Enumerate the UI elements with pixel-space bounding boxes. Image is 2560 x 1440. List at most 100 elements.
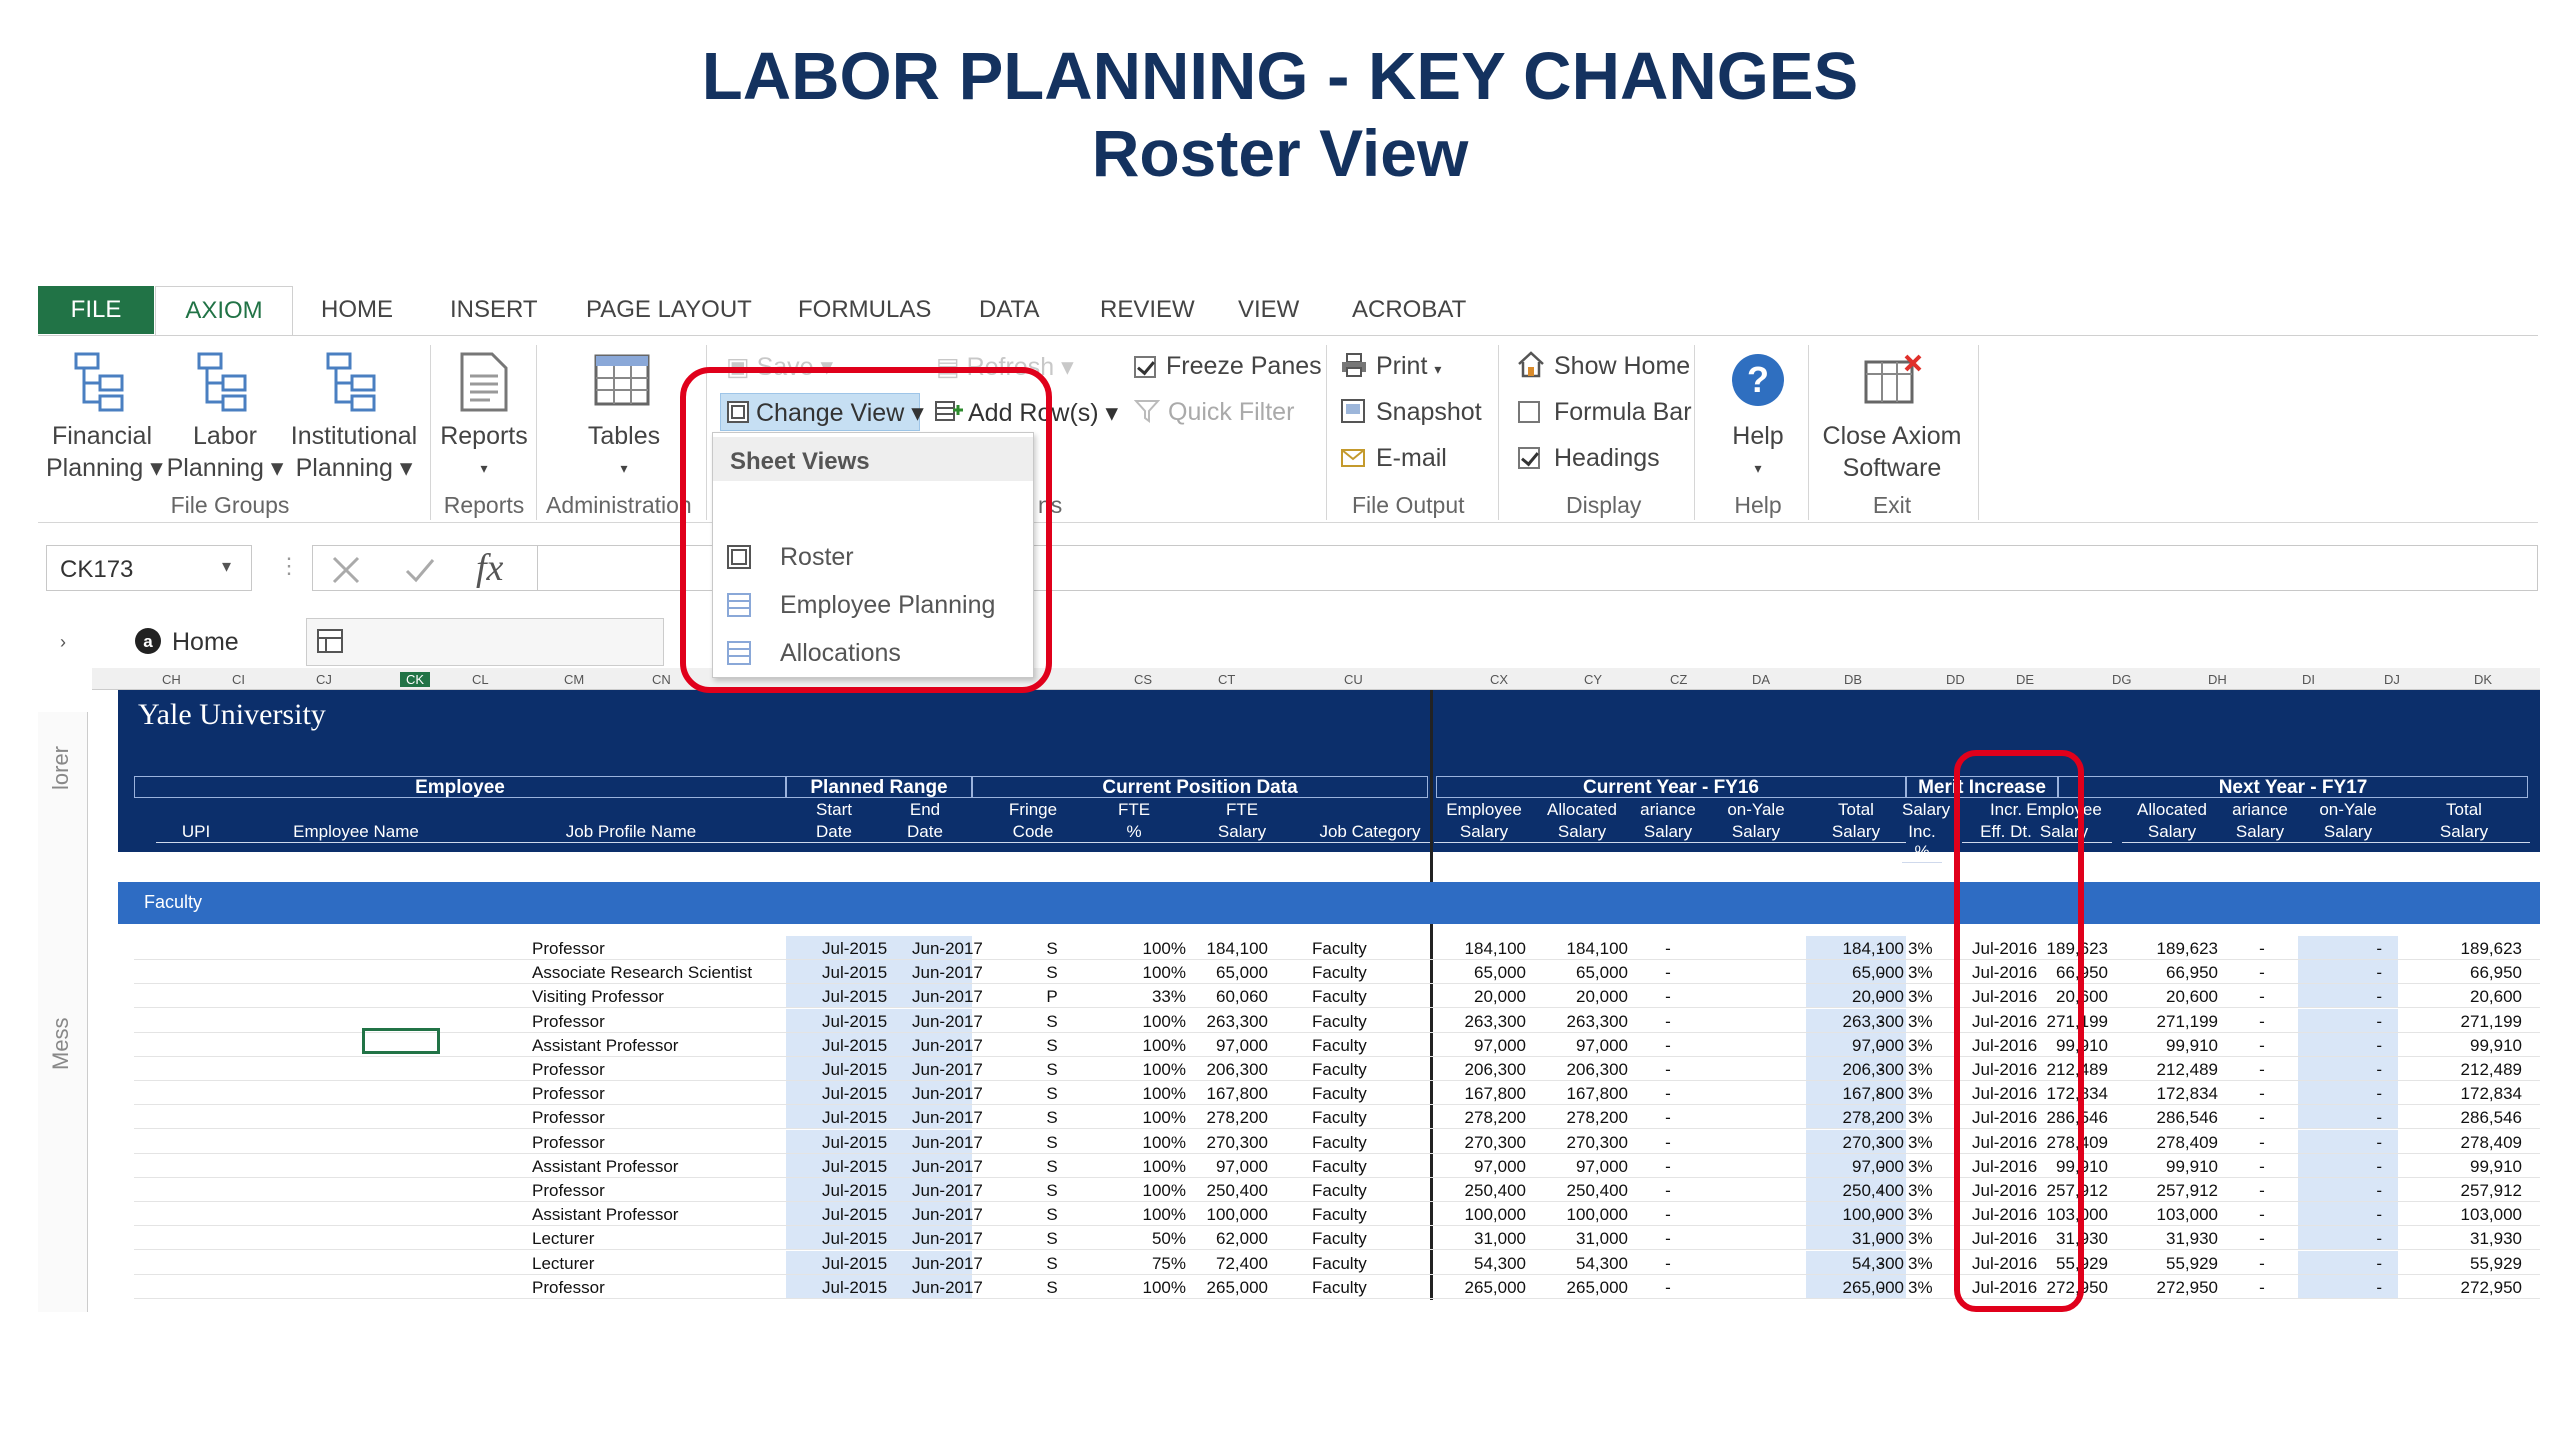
cell-s: Jul-2015: [822, 939, 888, 958]
help-button[interactable]: Help ▾: [1718, 420, 1798, 484]
tab-acrobat[interactable]: ACROBAT: [1352, 296, 1466, 324]
cell-s: Jul-2015: [822, 1108, 888, 1128]
tab-insert[interactable]: INSERT: [450, 296, 538, 324]
separator: [1498, 345, 1499, 520]
cell-fte: 100%: [1142, 1035, 1186, 1055]
table-row[interactable]: Professor Jul-2015 Jun-2017 S 100% 270,300 Fac…: [92, 1129, 2540, 1154]
table-row[interactable]: Professor Jul-2015 Jun-2017 S 100% 265,000 Fac…: [92, 1274, 2540, 1299]
table-row[interactable]: Lecturer Jul-2015 Jun-2017 S 75% 72,400 Facult…: [92, 1250, 2540, 1275]
cell-nalloc: 271,199: [2156, 1011, 2218, 1031]
cell-e: Jun-2017: [912, 987, 983, 1007]
snapshot-button[interactable]: Snapshot: [1376, 398, 1482, 427]
cell-ntot: 103,000: [2460, 1205, 2522, 1225]
roster-sheet[interactable]: Yale University Employee Planned Range C…: [92, 690, 2540, 1300]
table-row[interactable]: Professor Jul-2015 Jun-2017 S 100% 263,300 Fac…: [92, 1008, 2540, 1033]
cell-f: S: [1046, 1011, 1058, 1031]
tab-home[interactable]: HOME: [321, 296, 393, 324]
table-row[interactable]: Professor Jul-2015 Jun-2017 S 100% 250,400 Fac…: [92, 1178, 2540, 1202]
table-row[interactable]: Professor Jul-2015 Jun-2017 S 100% 167,800 Fac…: [92, 1081, 2540, 1106]
cell-e: Jun-2017: [912, 1011, 983, 1031]
cell-inc: 3%: [1908, 963, 1933, 983]
tab-view[interactable]: VIEW: [1238, 296, 1299, 324]
column-header-strip: [92, 668, 2540, 690]
tab-page-layout[interactable]: PAGE LAYOUT: [586, 296, 752, 324]
enter-icon[interactable]: [404, 554, 436, 586]
tab-data[interactable]: DATA: [979, 296, 1039, 324]
print-icon: [1342, 353, 1366, 377]
cell-var: -: [1665, 1181, 1671, 1200]
cell-nalloc: 103,000: [2156, 1205, 2218, 1225]
subheader-top: Total: [1838, 800, 1874, 819]
cell-cat: Faculty: [1312, 1205, 1367, 1225]
table-row[interactable]: Assistant Professor Jul-2015 Jun-2017 S 100%…: [92, 1153, 2540, 1178]
headings-checkbox[interactable]: [1518, 447, 1540, 469]
table-row[interactable]: Visiting Professor Jul-2015 Jun-2017 P 33% 60…: [92, 984, 2540, 1009]
cell-f: S: [1046, 1277, 1058, 1297]
insert-function-icon[interactable]: fx: [476, 546, 503, 590]
column-header-cell: CX: [1490, 672, 1509, 687]
tab-formulas[interactable]: FORMULAS: [798, 296, 931, 324]
cell-nony: -: [2376, 1229, 2382, 1249]
financial-planning-label: Planning ▾: [46, 454, 163, 482]
table-row[interactable]: Lecturer Jul-2015 Jun-2017 S 50% 62,000 Facult…: [92, 1226, 2540, 1251]
table-row[interactable]: Professor Jul-2015 Jun-2017 S 100% 206,300 Fac…: [92, 1057, 2540, 1081]
cell-tot: 31,000: [1852, 1229, 1904, 1249]
freeze-panes-checkbox[interactable]: [1134, 356, 1156, 378]
table-row[interactable]: Professor Jul-2015 Jun-2017 S 100% 184,100 Fac…: [92, 936, 2540, 960]
labor-planning-button[interactable]: Labor Planning ▾: [166, 420, 284, 484]
cell-f: S: [1046, 1132, 1058, 1152]
table-row[interactable]: Associate Research Scientist Jul-2015 Jun-…: [92, 960, 2540, 985]
table-row[interactable]: Assistant Professor Jul-2015 Jun-2017 S 100%…: [92, 1202, 2540, 1227]
cell-job: Lecturer: [532, 1253, 595, 1273]
chevron-down-icon[interactable]: ▾: [222, 556, 231, 577]
quick-filter-button[interactable]: Quick Filter: [1168, 398, 1294, 427]
explorer-expand-icon[interactable]: ›: [60, 632, 66, 653]
subheader-bottom: Date: [878, 822, 972, 843]
cell-s: Jul-2015: [822, 987, 888, 1007]
subheader-bottom: Salary: [1534, 822, 1630, 843]
cell-var: -: [1665, 1060, 1671, 1079]
cell-job: Visiting Professor: [532, 987, 664, 1007]
cell-f: S: [1046, 1060, 1058, 1079]
email-button[interactable]: E-mail: [1376, 444, 1447, 473]
active-cell[interactable]: [362, 1028, 440, 1054]
row-light-blue-cell: [2298, 1178, 2398, 1202]
tab-review[interactable]: REVIEW: [1100, 296, 1195, 324]
cancel-icon[interactable]: [330, 554, 362, 586]
institutional-planning-button[interactable]: Institutional Planning ▾: [284, 420, 424, 484]
reports-button[interactable]: Reports ▾: [440, 420, 528, 484]
cell-nvar: -: [2259, 1181, 2265, 1200]
formula-bar-label: Formula Bar: [1554, 398, 1692, 426]
home-tab[interactable]: Home: [172, 628, 239, 657]
sheet-tab[interactable]: [306, 618, 664, 666]
cell-f: S: [1046, 1181, 1058, 1200]
tab-axiom[interactable]: AXIOM: [155, 286, 293, 336]
financial-planning-button[interactable]: Financial Planning ▾: [46, 420, 163, 484]
column-header-cell: DD: [1946, 672, 1965, 687]
cell-e: Jun-2017: [912, 1060, 983, 1079]
cell-var: -: [1665, 963, 1671, 983]
close-axiom-button[interactable]: Close Axiom Software: [1812, 420, 1972, 484]
cell-cat: Faculty: [1312, 963, 1367, 983]
formula-bar-checkbox[interactable]: [1518, 401, 1540, 423]
subheader-top: Allocated: [2137, 800, 2207, 819]
table-row[interactable]: Assistant Professor Jul-2015 Jun-2017 S 100%…: [92, 1032, 2540, 1057]
subheader-top: Start: [816, 800, 852, 819]
subheader-top: on-Yale: [2319, 800, 2377, 819]
cell-e: Jun-2017: [912, 1229, 983, 1249]
cell-nvar: -: [2259, 1132, 2265, 1152]
separator: [1694, 345, 1695, 520]
group-next-year: Next Year - FY17: [2058, 776, 2528, 798]
cell-cat: Faculty: [1312, 1011, 1367, 1031]
cell-inc: 3%: [1908, 1181, 1933, 1200]
print-button[interactable]: Print ▾: [1376, 352, 1441, 381]
subheader-bottom: Employee Name: [236, 822, 476, 843]
column-header-cell: CI: [232, 672, 245, 687]
cell-job: Assistant Professor: [532, 1156, 679, 1176]
tab-file[interactable]: FILE: [38, 286, 154, 334]
tables-button[interactable]: Tables ▾: [578, 420, 670, 484]
table-row[interactable]: Professor Jul-2015 Jun-2017 S 100% 278,200 Fac…: [92, 1105, 2540, 1130]
explorer-side-panel[interactable]: [38, 712, 88, 1312]
show-home-button[interactable]: Show Home: [1554, 352, 1690, 381]
column-header-cell: CT: [1218, 672, 1236, 687]
